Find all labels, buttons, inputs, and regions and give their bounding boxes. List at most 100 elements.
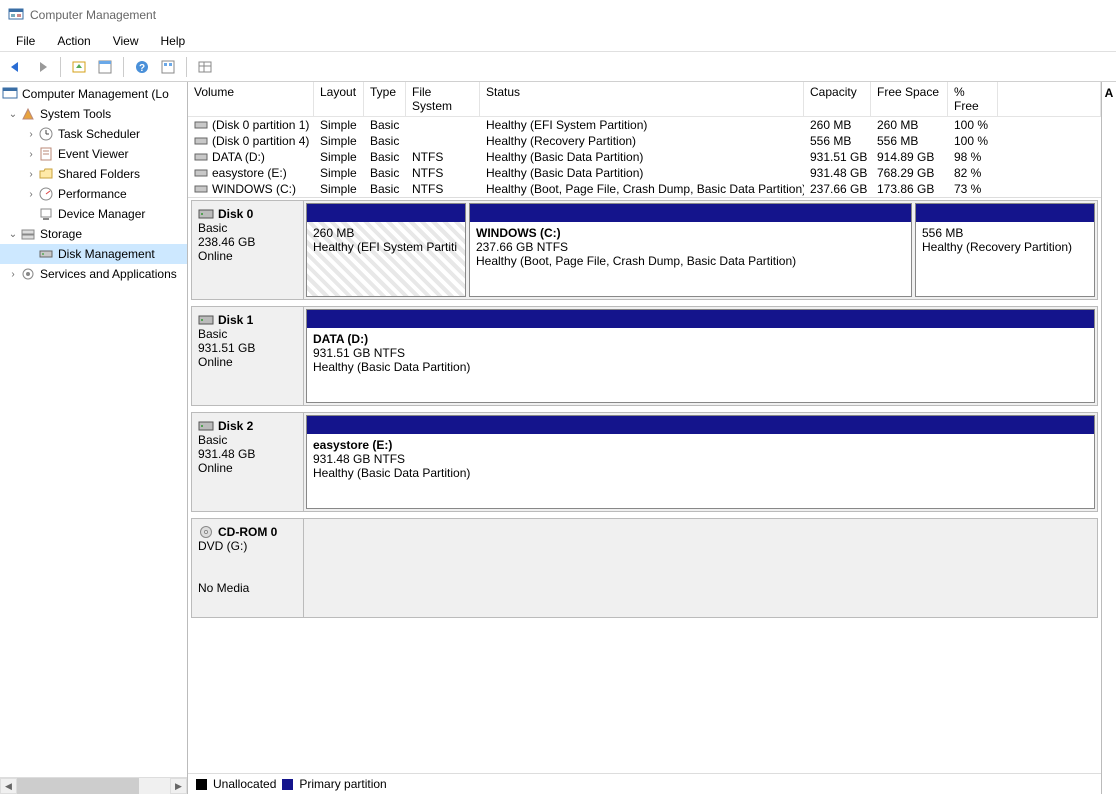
partition[interactable]: 260 MBHealthy (EFI System Partiti (306, 203, 466, 297)
volume-capacity-cell: 556 MB (804, 133, 871, 149)
disk-info: Disk 0Basic238.46 GBOnline (192, 201, 304, 299)
navigation-tree: Computer Management (Lo ⌄ System Tools ›… (0, 82, 188, 794)
disk-row[interactable]: CD-ROM 0DVD (G:)No Media (191, 518, 1098, 618)
volume-icon (194, 183, 208, 195)
volume-capacity-cell: 931.51 GB (804, 149, 871, 165)
disk-row[interactable]: Disk 2Basic931.48 GBOnlineeasystore (E:)… (191, 412, 1098, 512)
menu-action[interactable]: Action (47, 32, 100, 50)
expand-icon[interactable]: › (24, 129, 38, 140)
disk-state: Online (198, 249, 297, 263)
toolbar: ? (0, 52, 1116, 82)
partition-body: 556 MBHealthy (Recovery Partition) (916, 222, 1094, 296)
tree-services-applications[interactable]: › Services and Applications (0, 264, 187, 284)
partition[interactable]: DATA (D:)931.51 GB NTFSHealthy (Basic Da… (306, 309, 1095, 403)
tree-task-scheduler[interactable]: › Task Scheduler (0, 124, 187, 144)
tree-event-viewer[interactable]: › Event Viewer (0, 144, 187, 164)
titlebar: Computer Management (0, 0, 1116, 30)
tree-storage[interactable]: ⌄ Storage (0, 224, 187, 244)
disk-size: 238.46 GB (198, 235, 297, 249)
tree-shared-folders[interactable]: › Shared Folders (0, 164, 187, 184)
tree-label: Computer Management (Lo (22, 87, 169, 101)
scroll-track[interactable] (17, 778, 170, 794)
col-filesystem[interactable]: File System (406, 82, 480, 117)
toolbar-separator (186, 57, 187, 77)
partition-title: DATA (D:) (313, 332, 1088, 346)
tree-hscrollbar[interactable]: ◀ ▶ (0, 777, 187, 794)
disk-size: 931.51 GB (198, 341, 297, 355)
volume-row[interactable]: (Disk 0 partition 4)SimpleBasicHealthy (… (188, 133, 1101, 149)
volume-status-cell: Healthy (Basic Data Partition) (480, 165, 804, 181)
col-type[interactable]: Type (364, 82, 406, 117)
expand-icon[interactable]: › (24, 149, 38, 160)
menu-help[interactable]: Help (151, 32, 196, 50)
actions-pane-collapsed[interactable]: A (1102, 82, 1116, 794)
tree-label: Shared Folders (58, 167, 140, 181)
expand-icon[interactable]: › (24, 189, 38, 200)
services-icon (20, 266, 36, 282)
collapse-icon[interactable]: ⌄ (6, 229, 20, 240)
tree-system-tools[interactable]: ⌄ System Tools (0, 104, 187, 124)
forward-button[interactable] (30, 55, 54, 79)
partition[interactable]: WINDOWS (C:)237.66 GB NTFSHealthy (Boot,… (469, 203, 912, 297)
volume-free-cell: 260 MB (871, 117, 948, 133)
volume-fs-cell (406, 117, 480, 133)
col-spacer (998, 82, 1101, 117)
partition-size: 260 MB (313, 226, 459, 240)
partition-size: 237.66 GB NTFS (476, 240, 905, 254)
expand-icon[interactable]: › (6, 269, 20, 280)
device-manager-icon (38, 206, 54, 222)
volume-free-cell: 556 MB (871, 133, 948, 149)
col-status[interactable]: Status (480, 82, 804, 117)
menu-view[interactable]: View (103, 32, 149, 50)
up-button[interactable] (67, 55, 91, 79)
col-percent-free[interactable]: % Free (948, 82, 998, 117)
volume-row[interactable]: easystore (E:)SimpleBasicNTFSHealthy (Ba… (188, 165, 1101, 181)
tree-performance[interactable]: › Performance (0, 184, 187, 204)
partition-status: Healthy (Recovery Partition) (922, 240, 1088, 254)
partition-size: 931.48 GB NTFS (313, 452, 1088, 466)
partition[interactable]: 556 MBHealthy (Recovery Partition) (915, 203, 1095, 297)
volume-row[interactable]: (Disk 0 partition 1)SimpleBasicHealthy (… (188, 117, 1101, 133)
properties-button[interactable] (93, 55, 117, 79)
tree-disk-management[interactable]: Disk Management (0, 244, 187, 264)
disk-name: Disk 1 (198, 313, 297, 327)
col-capacity[interactable]: Capacity (804, 82, 871, 117)
legend-unallocated-label: Unallocated (213, 777, 276, 791)
collapse-icon[interactable]: ⌄ (6, 109, 20, 120)
volume-fs-cell: NTFS (406, 165, 480, 181)
expand-icon[interactable]: › (24, 169, 38, 180)
col-layout[interactable]: Layout (314, 82, 364, 117)
volume-status-cell: Healthy (Boot, Page File, Crash Dump, Ba… (480, 181, 804, 197)
menubar: File Action View Help (0, 30, 1116, 52)
disk-icon (198, 313, 214, 327)
disk-row[interactable]: Disk 1Basic931.51 GBOnlineDATA (D:)931.5… (191, 306, 1098, 406)
volume-row[interactable]: WINDOWS (C:)SimpleBasicNTFSHealthy (Boot… (188, 181, 1101, 197)
settings-button[interactable] (156, 55, 180, 79)
volume-type-cell: Basic (364, 117, 406, 133)
volume-name-cell: DATA (D:) (188, 149, 314, 165)
partition[interactable]: easystore (E:)931.48 GB NTFSHealthy (Bas… (306, 415, 1095, 509)
view-button[interactable] (193, 55, 217, 79)
col-volume[interactable]: Volume (188, 82, 314, 117)
partition-title: WINDOWS (C:) (476, 226, 905, 240)
volume-type-cell: Basic (364, 133, 406, 149)
disk-row[interactable]: Disk 0Basic238.46 GBOnline260 MBHealthy … (191, 200, 1098, 300)
scroll-right-icon[interactable]: ▶ (170, 778, 187, 794)
disk-info: Disk 1Basic931.51 GBOnline (192, 307, 304, 405)
col-free-space[interactable]: Free Space (871, 82, 948, 117)
menu-file[interactable]: File (6, 32, 45, 50)
back-button[interactable] (4, 55, 28, 79)
help-button[interactable]: ? (130, 55, 154, 79)
shared-folders-icon (38, 166, 54, 182)
svg-text:?: ? (139, 63, 145, 74)
legend-primary-swatch (282, 779, 293, 790)
partition-stripe (307, 310, 1094, 328)
volume-row[interactable]: DATA (D:)SimpleBasicNTFSHealthy (Basic D… (188, 149, 1101, 165)
volume-icon (194, 119, 208, 131)
tree-root[interactable]: Computer Management (Lo (0, 84, 187, 104)
scroll-thumb[interactable] (17, 778, 139, 794)
disk-name: CD-ROM 0 (198, 525, 297, 539)
scroll-left-icon[interactable]: ◀ (0, 778, 17, 794)
cdrom-icon (198, 525, 214, 539)
tree-device-manager[interactable]: Device Manager (0, 204, 187, 224)
